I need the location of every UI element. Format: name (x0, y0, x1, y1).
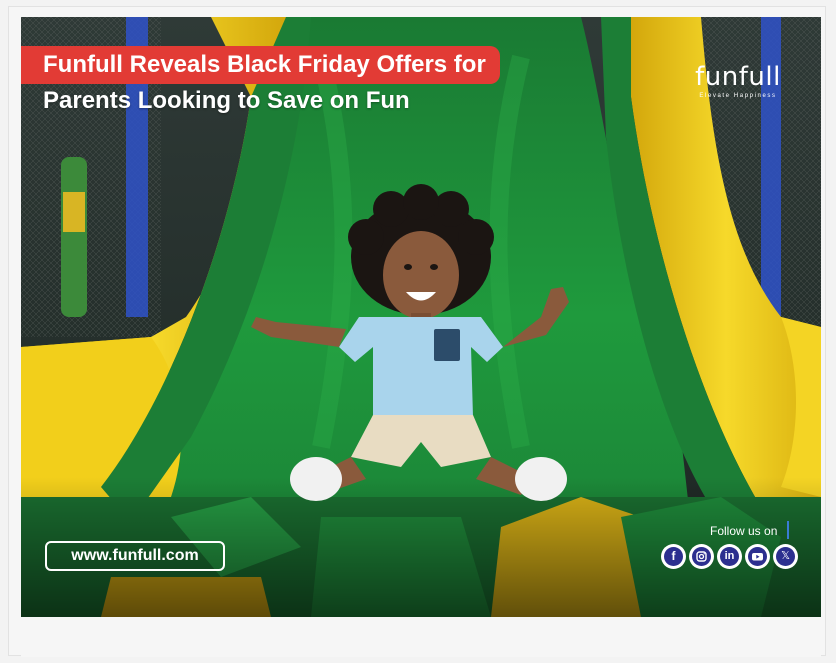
brand-tagline: Elevate Happiness (699, 93, 777, 99)
social-icons-row: f in 𝕏 (661, 544, 801, 570)
headline-line-1: Funfull Reveals Black Friday Offers for (21, 46, 500, 84)
youtube-icon[interactable] (745, 544, 770, 569)
follow-divider (787, 521, 789, 539)
brand-name: funfull (695, 62, 781, 92)
website-link[interactable]: www.funfull.com (45, 541, 225, 571)
brand-logo[interactable]: funfull Elevate Happiness (688, 62, 788, 100)
linkedin-icon[interactable]: in (717, 544, 742, 569)
facebook-icon[interactable]: f (661, 544, 686, 569)
instagram-icon[interactable] (689, 544, 714, 569)
headline-line-2: Parents Looking to Save on Fun (43, 87, 410, 114)
follow-us-label: Follow us on (710, 524, 778, 538)
post-bottom-band (21, 617, 821, 657)
x-icon[interactable]: 𝕏 (773, 544, 798, 569)
